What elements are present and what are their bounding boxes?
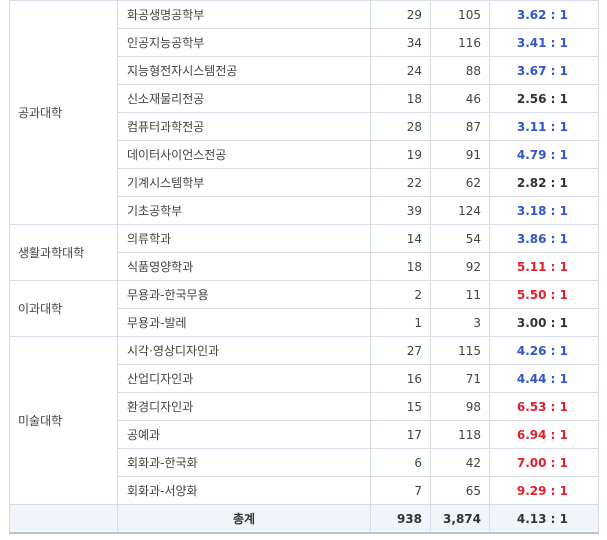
total-quota: 938 bbox=[370, 504, 431, 534]
applicants-cell: 87 bbox=[430, 112, 490, 141]
competition-rate-table: 공과대학 화공생명공학부 29 105 3.62 : 1 인공지능공학부 34 116 3.41… bbox=[9, 0, 599, 534]
competition-rate-cell: 4.79 : 1 bbox=[489, 140, 599, 169]
competition-rate-cell: 3.41 : 1 bbox=[489, 28, 599, 57]
competition-rate-cell: 6.53 : 1 bbox=[489, 392, 599, 421]
competition-rate-cell: 5.11 : 1 bbox=[489, 252, 599, 281]
department-name-cell: 의류학과 bbox=[117, 224, 371, 253]
department-name-cell: 환경디자인과 bbox=[117, 392, 371, 421]
competition-rate-cell: 3.00 : 1 bbox=[489, 308, 599, 337]
department-name-cell: 공예과 bbox=[117, 420, 371, 449]
quota-cell: 19 bbox=[370, 140, 431, 169]
competition-rate-cell: 2.56 : 1 bbox=[489, 84, 599, 113]
applicants-cell: 91 bbox=[430, 140, 490, 169]
college-name-cell: 미술대학 bbox=[9, 336, 118, 505]
applicants-cell: 42 bbox=[430, 448, 490, 477]
college-name-cell: 생활과학대학 bbox=[9, 224, 118, 281]
competition-rate-cell: 3.67 : 1 bbox=[489, 56, 599, 85]
quota-cell: 15 bbox=[370, 392, 431, 421]
department-name-cell: 무용과-한국무용 bbox=[117, 280, 371, 309]
department-name-cell: 기초공학부 bbox=[117, 196, 371, 225]
quota-cell: 39 bbox=[370, 196, 431, 225]
applicants-cell: 115 bbox=[430, 336, 490, 365]
department-name-cell: 무용과-발레 bbox=[117, 308, 371, 337]
department-name-cell: 신소재물리전공 bbox=[117, 84, 371, 113]
applicants-cell: 71 bbox=[430, 364, 490, 393]
table-row: 생활과학대학 의류학과 14 54 3.86 : 1 bbox=[9, 224, 599, 281]
quota-cell: 34 bbox=[370, 28, 431, 57]
competition-rate-cell: 5.50 : 1 bbox=[489, 280, 599, 309]
applicants-cell: 88 bbox=[430, 56, 490, 85]
table-row: 이과대학 무용과-한국무용 2 11 5.50 : 1 bbox=[9, 280, 599, 337]
quota-cell: 17 bbox=[370, 420, 431, 449]
applicants-cell: 98 bbox=[430, 392, 490, 421]
table-row: 미술대학 시각·영상디자인과 27 115 4.26 : 1 bbox=[9, 336, 599, 505]
department-name-cell: 산업디자인과 bbox=[117, 364, 371, 393]
department-name-cell: 지능형전자시스템전공 bbox=[117, 56, 371, 85]
quota-cell: 24 bbox=[370, 56, 431, 85]
college-name-cell: 이과대학 bbox=[9, 280, 118, 337]
total-row: 총계 938 3,874 4.13 : 1 bbox=[9, 504, 599, 534]
applicants-cell: 62 bbox=[430, 168, 490, 197]
quota-cell: 6 bbox=[370, 448, 431, 477]
department-name-cell: 데이터사이언스전공 bbox=[117, 140, 371, 169]
applicants-cell: 11 bbox=[430, 280, 490, 309]
total-applicants: 3,874 bbox=[430, 504, 490, 534]
applicants-cell: 3 bbox=[430, 308, 490, 337]
competition-rate-cell: 3.62 : 1 bbox=[489, 0, 599, 29]
total-college-cell bbox=[9, 504, 118, 534]
table-row: 공과대학 화공생명공학부 29 105 3.62 : 1 bbox=[9, 0, 599, 225]
quota-cell: 27 bbox=[370, 336, 431, 365]
competition-rate-cell: 6.94 : 1 bbox=[489, 420, 599, 449]
competition-rate-cell: 4.26 : 1 bbox=[489, 336, 599, 365]
quota-cell: 22 bbox=[370, 168, 431, 197]
department-name-cell: 식품영양학과 bbox=[117, 252, 371, 281]
quota-cell: 18 bbox=[370, 252, 431, 281]
applicants-cell: 105 bbox=[430, 0, 490, 29]
competition-rate-cell: 2.82 : 1 bbox=[489, 168, 599, 197]
college-name-cell: 공과대학 bbox=[9, 0, 118, 225]
competition-rate-cell: 4.44 : 1 bbox=[489, 364, 599, 393]
applicants-cell: 92 bbox=[430, 252, 490, 281]
department-name-cell: 시각·영상디자인과 bbox=[117, 336, 371, 365]
quota-cell: 14 bbox=[370, 224, 431, 253]
department-name-cell: 회화과-한국화 bbox=[117, 448, 371, 477]
table-body: 공과대학 화공생명공학부 29 105 3.62 : 1 인공지능공학부 34 116 3.41… bbox=[9, 0, 599, 505]
competition-rate-cell: 3.18 : 1 bbox=[489, 196, 599, 225]
department-name-cell: 인공지능공학부 bbox=[117, 28, 371, 57]
department-name-cell: 컴퓨터과학전공 bbox=[117, 112, 371, 141]
quota-cell: 18 bbox=[370, 84, 431, 113]
applicants-cell: 116 bbox=[430, 28, 490, 57]
total-rate: 4.13 : 1 bbox=[489, 504, 599, 534]
applicants-cell: 124 bbox=[430, 196, 490, 225]
competition-rate-cell: 3.86 : 1 bbox=[489, 224, 599, 253]
competition-rate-cell: 3.11 : 1 bbox=[489, 112, 599, 141]
total-label: 총계 bbox=[117, 504, 371, 534]
department-name-cell: 화공생명공학부 bbox=[117, 0, 371, 29]
applicants-cell: 118 bbox=[430, 420, 490, 449]
department-name-cell: 회화과-서양화 bbox=[117, 476, 371, 505]
quota-cell: 16 bbox=[370, 364, 431, 393]
competition-rate-cell: 9.29 : 1 bbox=[489, 476, 599, 505]
quota-cell: 7 bbox=[370, 476, 431, 505]
competition-rate-cell: 7.00 : 1 bbox=[489, 448, 599, 477]
applicants-cell: 54 bbox=[430, 224, 490, 253]
quota-cell: 29 bbox=[370, 0, 431, 29]
department-name-cell: 기계시스템학부 bbox=[117, 168, 371, 197]
applicants-cell: 46 bbox=[430, 84, 490, 113]
applicants-cell: 65 bbox=[430, 476, 490, 505]
quota-cell: 1 bbox=[370, 308, 431, 337]
quota-cell: 28 bbox=[370, 112, 431, 141]
competition-table-container: 공과대학 화공생명공학부 29 105 3.62 : 1 인공지능공학부 34 116 3.41… bbox=[9, 0, 599, 534]
quota-cell: 2 bbox=[370, 280, 431, 309]
